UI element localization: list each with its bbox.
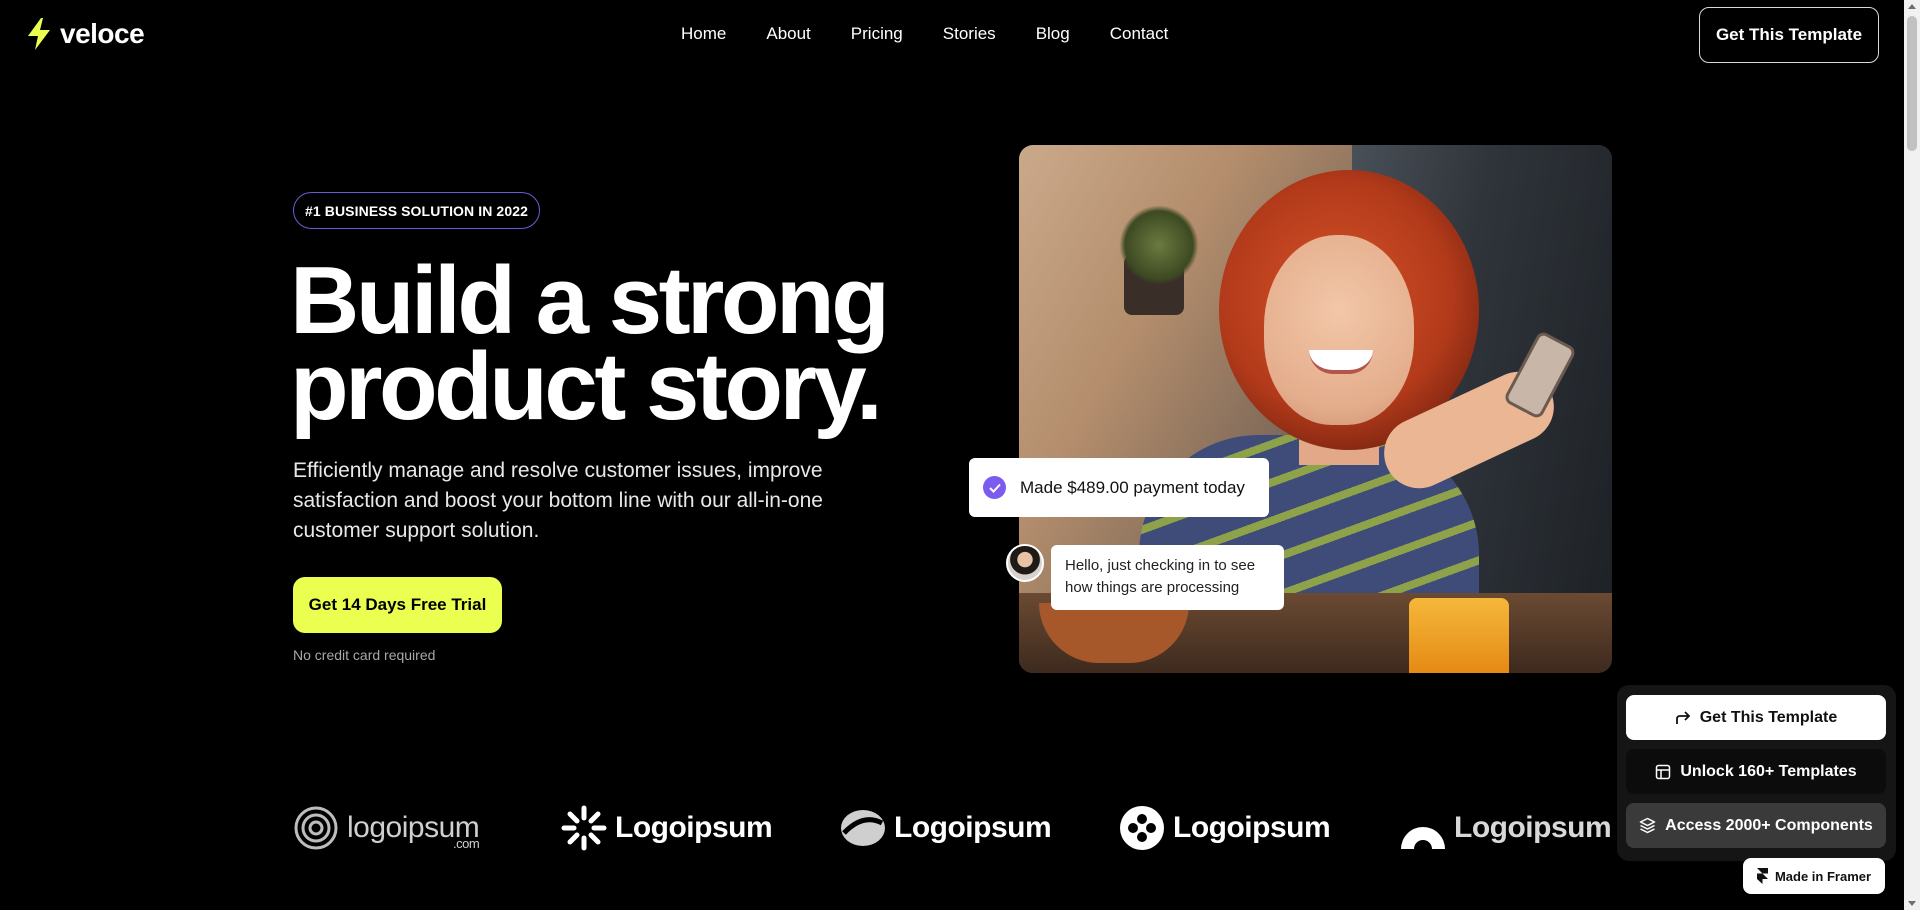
scroll-up-arrow-icon[interactable] — [1908, 4, 1916, 9]
lightning-icon — [28, 18, 50, 50]
check-icon — [983, 476, 1006, 499]
made-in-framer-badge[interactable]: Made in Framer — [1743, 858, 1885, 894]
get-template-button[interactable]: Get This Template — [1699, 7, 1879, 63]
spiral-logo-icon — [294, 806, 338, 850]
arch-logo-icon — [1401, 827, 1445, 849]
nav-link-about[interactable]: About — [766, 24, 810, 44]
no-credit-card-note: No credit card required — [293, 647, 436, 663]
payment-text: Made $489.00 payment today — [1020, 477, 1245, 497]
nav-link-blog[interactable]: Blog — [1036, 24, 1070, 44]
nav-link-home[interactable]: Home — [681, 24, 726, 44]
clover-logo-icon — [1120, 806, 1164, 850]
photo-glass — [1409, 598, 1509, 673]
top-navigation: veloce Home About Pricing Stories Blog C… — [0, 0, 1904, 70]
free-trial-button[interactable]: Get 14 Days Free Trial — [293, 577, 502, 633]
photo-face — [1264, 235, 1414, 425]
partner-logo-5-text: Logoipsum — [1454, 811, 1612, 844]
photo-plant — [1119, 205, 1199, 285]
framer-icon — [1756, 868, 1768, 884]
framer-get-template-label: Get This Template — [1699, 708, 1838, 726]
scrollbar-thumb[interactable] — [1907, 16, 1917, 151]
nav-link-stories[interactable]: Stories — [943, 24, 996, 44]
payment-notification-card: Made $489.00 payment today — [969, 458, 1269, 517]
avatar — [1006, 544, 1044, 582]
partner-logos: logoipsum .com Logoipsum Logoipsum Logoi… — [293, 800, 1613, 860]
layers-icon — [1639, 817, 1656, 834]
partner-logo-4-text: Logoipsum — [1173, 811, 1331, 844]
unlock-templates-label: Unlock 160+ Templates — [1680, 762, 1857, 780]
share-arrow-icon — [1675, 710, 1691, 724]
nav-link-pricing[interactable]: Pricing — [851, 24, 903, 44]
sunburst-logo-icon — [561, 805, 607, 851]
nav-link-contact[interactable]: Contact — [1110, 24, 1169, 44]
partner-logo-3-text: Logoipsum — [894, 811, 1052, 844]
hero-subtext: Efficiently manage and resolve customer … — [293, 459, 823, 542]
layout-icon — [1656, 764, 1671, 779]
brand-name: veloce — [60, 18, 145, 49]
headline-line-2: product story. — [290, 333, 883, 440]
hero-badge: #1 BUSINESS SOLUTION IN 2022 — [293, 192, 540, 229]
template-promo-panel: Get This Template Unlock 160+ Templates … — [1617, 685, 1896, 861]
partner-logo-2-text: Logoipsum — [615, 811, 773, 844]
brand-logo[interactable]: veloce — [26, 18, 145, 50]
access-components-button[interactable]: Access 2000+ Components — [1626, 803, 1886, 848]
partner-logo-2: Logoipsum — [561, 800, 773, 856]
partner-logo-4: Logoipsum — [1119, 800, 1331, 856]
partner-logo-1: logoipsum .com — [293, 800, 480, 856]
made-in-framer-label: Made in Framer — [1774, 868, 1872, 884]
partner-logo-5: Logoipsum — [1400, 800, 1612, 856]
headline-line-1: Build a strong — [290, 247, 890, 354]
access-components-label: Access 2000+ Components — [1665, 816, 1873, 834]
scroll-down-arrow-icon[interactable] — [1908, 901, 1916, 906]
partner-logo-1-suffix: .com — [453, 836, 480, 851]
nav-links: Home About Pricing Stories Blog Contact — [681, 24, 1208, 44]
page-scrollbar[interactable] — [1904, 0, 1920, 910]
partner-logo-3: Logoipsum — [840, 800, 1052, 856]
hero-headline: Build a strong product story. — [290, 247, 930, 440]
chat-bubble: Hello, just checking in to see how thing… — [1051, 545, 1284, 610]
framer-get-template-button[interactable]: Get This Template — [1626, 695, 1886, 740]
swirl-logo-icon — [841, 810, 885, 846]
unlock-templates-button[interactable]: Unlock 160+ Templates — [1626, 749, 1886, 794]
